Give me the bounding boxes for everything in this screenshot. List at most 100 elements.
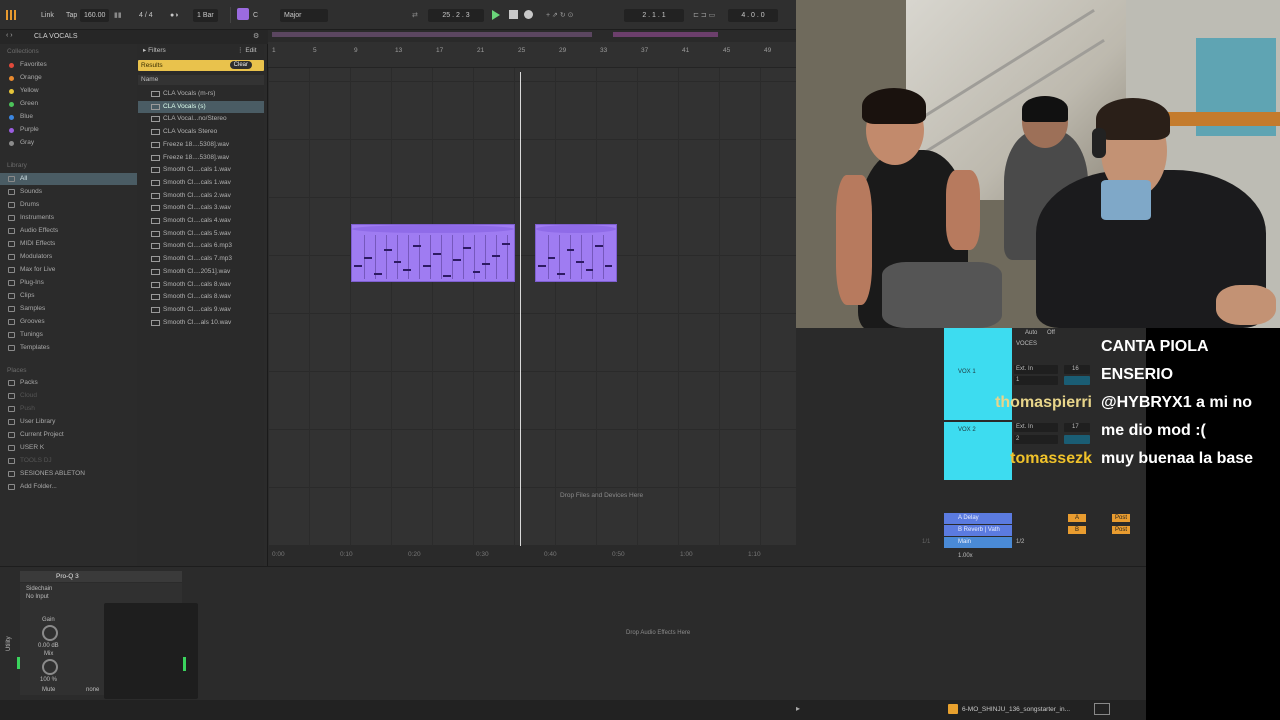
track-number-field[interactable]: 16 bbox=[1064, 365, 1090, 374]
overview-strip[interactable] bbox=[268, 30, 796, 42]
collection-blue[interactable]: Blue bbox=[0, 111, 137, 123]
track-volume-field[interactable] bbox=[1064, 376, 1090, 385]
library-tunings[interactable]: Tunings bbox=[0, 329, 137, 341]
library-audio-effects[interactable]: Audio Effects bbox=[0, 225, 137, 237]
file-row[interactable]: CLA Vocals Stereo bbox=[138, 126, 264, 138]
sidechain-input-select[interactable]: No Input bbox=[26, 594, 49, 600]
punch-icons[interactable]: ⊏ ⊐ ▭ bbox=[693, 9, 715, 22]
post-button-a[interactable]: Post bbox=[1112, 514, 1130, 522]
input-channel-select[interactable]: 2 bbox=[1014, 435, 1058, 444]
loop-region[interactable] bbox=[272, 32, 592, 37]
time-ruler[interactable]: 0:000:100:200:300:400:501:001:101:201:30 bbox=[268, 546, 897, 566]
midi-note[interactable] bbox=[595, 245, 603, 247]
playhead[interactable] bbox=[520, 72, 521, 548]
place-user-library[interactable]: User Library bbox=[0, 416, 137, 428]
file-row[interactable]: CLA Vocals (m-rs) bbox=[138, 88, 264, 100]
clip-header[interactable] bbox=[352, 225, 514, 233]
link-button[interactable]: Link bbox=[41, 9, 54, 22]
send-b-button[interactable]: B bbox=[1068, 526, 1086, 534]
place-push[interactable]: Push bbox=[0, 403, 137, 415]
song-position-field[interactable]: 25 . 2 . 3 bbox=[428, 9, 484, 22]
file-row[interactable]: Smooth Cl....cals 6.mp3 bbox=[138, 240, 264, 252]
file-row[interactable]: Smooth Cl....2051].wav bbox=[138, 266, 264, 278]
tap-button[interactable]: Tap bbox=[66, 9, 77, 22]
input-type-select[interactable]: Ext. In bbox=[1014, 423, 1058, 432]
gain-knob[interactable] bbox=[42, 625, 58, 641]
loop-start-field[interactable]: 2 . 1 . 1 bbox=[624, 9, 684, 22]
midi-note[interactable] bbox=[373, 273, 382, 275]
play-button[interactable] bbox=[492, 10, 500, 20]
library-plugins[interactable]: Plug-Ins bbox=[0, 277, 137, 289]
file-row[interactable]: Smooth Cl....cals 5.wav bbox=[138, 228, 264, 240]
send-a-button[interactable]: A bbox=[1068, 514, 1086, 522]
track-vox-2[interactable]: VOX 2 bbox=[944, 422, 1012, 480]
library-clips[interactable]: Clips bbox=[0, 290, 137, 302]
return-a-delay[interactable]: A Delay bbox=[944, 513, 1012, 524]
record-button[interactable] bbox=[524, 10, 533, 19]
track-number-field[interactable]: 17 bbox=[1064, 423, 1090, 432]
time-signature-field[interactable]: 4 / 4 bbox=[139, 9, 153, 22]
stop-button[interactable] bbox=[509, 10, 518, 19]
edit-button[interactable]: ⋮ Edit bbox=[237, 46, 257, 54]
file-row[interactable]: Smooth Cl....cals 7.mp3 bbox=[138, 253, 264, 265]
midi-note[interactable] bbox=[383, 249, 392, 251]
main-routing[interactable]: 1/2 bbox=[1016, 539, 1024, 545]
midi-note[interactable] bbox=[363, 257, 372, 259]
file-row[interactable]: Freeze 18....5308].wav bbox=[138, 152, 264, 164]
add-folder-button[interactable]: Add Folder... bbox=[0, 481, 137, 493]
collection-favorites[interactable]: Favorites bbox=[0, 59, 137, 71]
scale-select[interactable]: Major bbox=[280, 9, 328, 22]
filters-toggle[interactable]: ▸ Filters bbox=[143, 46, 166, 54]
settings-icon[interactable]: ⚙ bbox=[253, 32, 259, 40]
library-drums[interactable]: Drums bbox=[0, 199, 137, 211]
clear-button[interactable]: Clear bbox=[229, 61, 252, 69]
place-user-k[interactable]: USER K bbox=[0, 442, 137, 454]
place-cloud[interactable]: Cloud bbox=[0, 390, 137, 402]
collection-green[interactable]: Green bbox=[0, 98, 137, 110]
midi-clip-1[interactable] bbox=[351, 224, 515, 282]
auto-label[interactable]: Auto bbox=[1025, 330, 1037, 336]
loop-length-field[interactable]: 4 . 0 . 0 bbox=[728, 9, 778, 22]
file-row[interactable]: Smooth Cl....cals 2.wav bbox=[138, 190, 264, 202]
file-row[interactable]: CLA Vocal...no/Stereo bbox=[138, 113, 264, 125]
library-templates[interactable]: Templates bbox=[0, 342, 137, 354]
chat-username[interactable]: thomaspierri bbox=[995, 394, 1092, 412]
place-packs[interactable]: Packs bbox=[0, 377, 137, 389]
collection-gray[interactable]: Gray bbox=[0, 137, 137, 149]
place-current-project[interactable]: Current Project bbox=[0, 429, 137, 441]
midi-note[interactable] bbox=[452, 259, 461, 261]
place-sesiones-ableton[interactable]: SESIONES ABLETON bbox=[0, 468, 137, 480]
midi-note[interactable] bbox=[547, 257, 555, 259]
tempo-field[interactable]: 160.00 bbox=[80, 9, 110, 22]
midi-note[interactable] bbox=[604, 265, 612, 267]
input-type-select[interactable]: Ext. In bbox=[1014, 365, 1058, 374]
back-icon[interactable]: ‹ › bbox=[6, 32, 13, 39]
library-max-for-live[interactable]: Max for Live bbox=[0, 264, 137, 276]
file-row[interactable]: Smooth Cl....cals 9.wav bbox=[138, 304, 264, 316]
ableton-logo-icon[interactable] bbox=[6, 10, 18, 20]
file-row[interactable]: Smooth Cl....cals 4.wav bbox=[138, 215, 264, 227]
file-row[interactable]: Smooth Cl....cals 8.wav bbox=[138, 279, 264, 291]
midi-note[interactable] bbox=[433, 253, 441, 255]
midi-note[interactable] bbox=[413, 245, 422, 247]
mix-knob[interactable] bbox=[42, 659, 58, 675]
midi-note[interactable] bbox=[502, 243, 510, 245]
library-samples[interactable]: Samples bbox=[0, 303, 137, 315]
collection-purple[interactable]: Purple bbox=[0, 124, 137, 136]
midi-note[interactable] bbox=[472, 271, 481, 273]
file-row[interactable]: Smooth Cl....cals 8.wav bbox=[138, 291, 264, 303]
midi-note[interactable] bbox=[482, 263, 491, 265]
midi-note[interactable] bbox=[538, 265, 546, 267]
file-row[interactable]: Smooth Cl....cals 3.wav bbox=[138, 202, 264, 214]
library-instruments[interactable]: Instruments bbox=[0, 212, 137, 224]
eq-display[interactable] bbox=[104, 603, 198, 699]
midi-note[interactable] bbox=[354, 265, 362, 267]
midi-note[interactable] bbox=[566, 249, 574, 251]
midi-note[interactable] bbox=[393, 261, 402, 263]
off-label[interactable]: Off bbox=[1047, 330, 1055, 336]
track-volume-field[interactable] bbox=[1064, 435, 1090, 444]
quantize-select[interactable]: 1 Bar bbox=[193, 9, 218, 22]
post-button-b[interactable]: Post bbox=[1112, 526, 1130, 534]
library-all[interactable]: All bbox=[0, 173, 137, 185]
device-title-bar[interactable]: Pro-Q 3 bbox=[20, 571, 182, 582]
